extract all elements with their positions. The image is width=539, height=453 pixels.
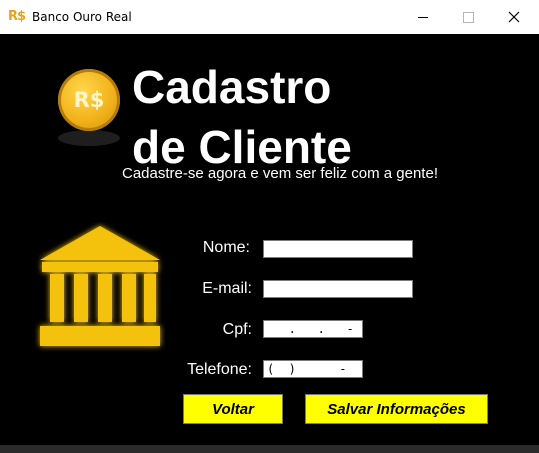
minimize-button[interactable] (400, 0, 446, 34)
coin-shadow (58, 130, 120, 146)
bank-logo-icon: R$ (8, 9, 26, 24)
save-button[interactable]: Salvar Informações (305, 394, 488, 424)
coin-icon: R$ (58, 69, 120, 131)
bank-building-icon (40, 226, 160, 346)
page-title-line2: de Cliente (132, 121, 352, 173)
maximize-button[interactable] (445, 0, 491, 34)
window-title: Banco Ouro Real (32, 10, 132, 24)
close-button[interactable] (491, 0, 537, 34)
close-icon (508, 11, 520, 23)
email-label: E-mail: (202, 280, 252, 297)
page-title-line1: Cadastro (132, 61, 332, 113)
phone-label: Telefone: (187, 361, 252, 378)
name-field[interactable] (263, 240, 413, 258)
cpf-field[interactable]: . . - (263, 320, 363, 338)
email-field[interactable] (263, 280, 413, 298)
title-bar: R$ Banco Ouro Real (0, 0, 539, 34)
back-button[interactable]: Voltar (183, 394, 283, 424)
window-bottom-edge (0, 445, 539, 453)
maximize-icon (462, 11, 474, 23)
cpf-label: Cpf: (222, 321, 252, 338)
content-area: R$ Cadastro de Cliente Cadastre-se agora… (4, 34, 531, 445)
name-label: Nome: (202, 239, 250, 256)
coin-label: R$ (73, 88, 105, 112)
app-window: R$ Banco Ouro Real R$ Cadastro de Client… (0, 0, 539, 453)
minimize-icon (418, 16, 428, 18)
phone-field[interactable]: ( ) - (263, 360, 363, 378)
page-subtitle: Cadastre-se agora e vem ser feliz com a … (122, 165, 438, 182)
